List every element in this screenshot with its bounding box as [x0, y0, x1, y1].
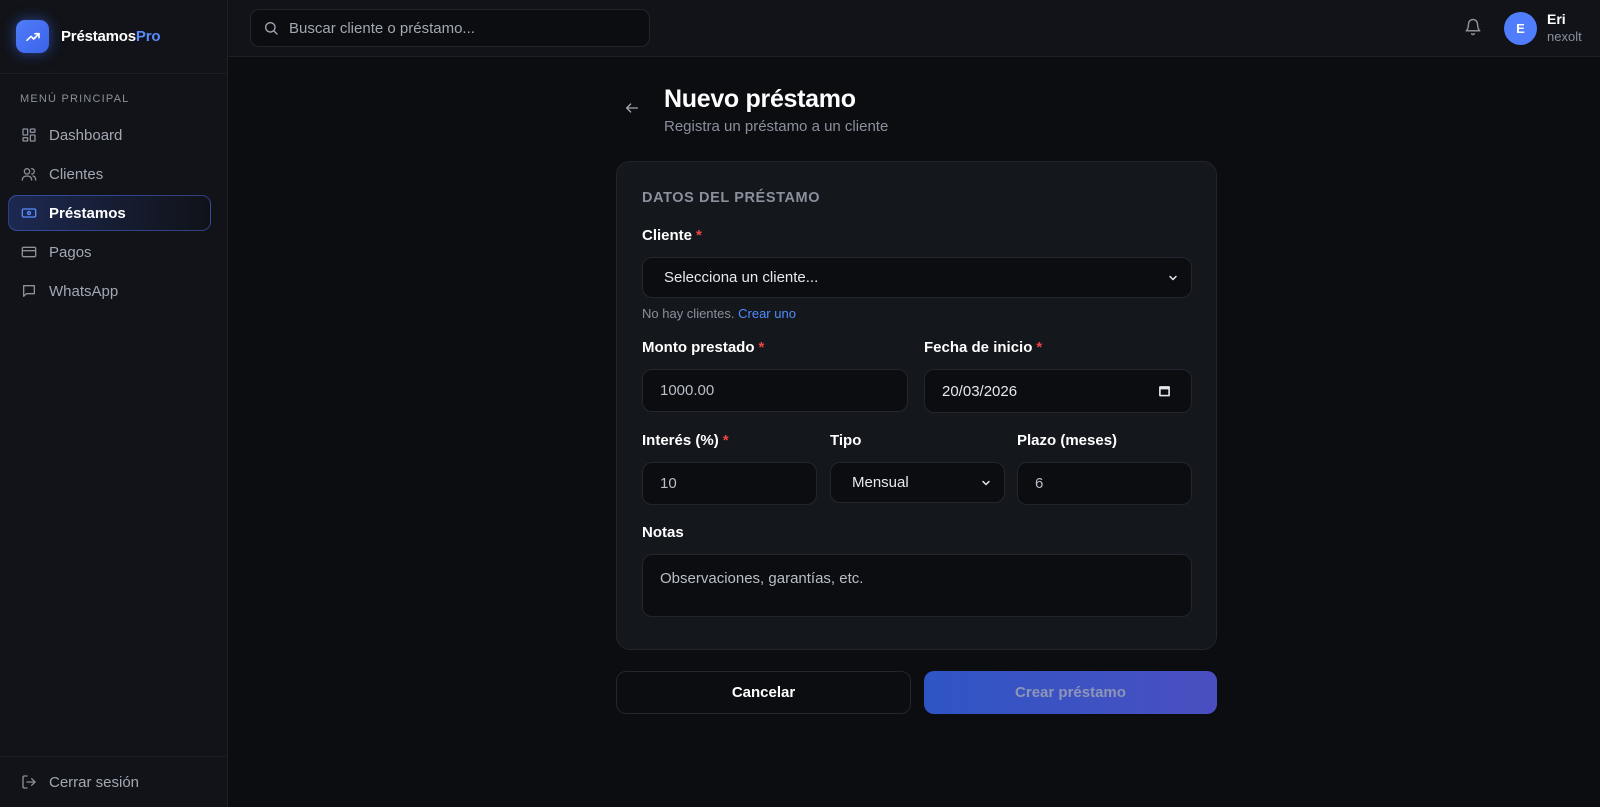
tipo-select[interactable]: Mensual [830, 462, 1005, 503]
calendar-icon[interactable] [1158, 385, 1171, 398]
trending-up-icon [16, 20, 49, 53]
cliente-select[interactable]: Selecciona un cliente... [642, 257, 1192, 298]
notas-label: Notas [642, 524, 684, 541]
menu-section-title: MENÚ PRINCIPAL [20, 93, 130, 105]
monto-label: Monto prestado * [642, 339, 765, 356]
page-title: Nuevo préstamo [664, 85, 856, 113]
sidebar: PréstamosPro MENÚ PRINCIPAL Dashboard Cl… [0, 0, 228, 807]
fecha-value: 20/03/2026 [942, 382, 1018, 400]
users-icon [21, 166, 37, 182]
sidebar-item-pagos[interactable]: Pagos [8, 234, 211, 270]
topbar: E Eri nexolt [228, 0, 1600, 57]
fecha-input[interactable]: 20/03/2026 [924, 369, 1192, 413]
fecha-label: Fecha de inicio * [924, 339, 1043, 356]
cliente-select-value: Selecciona un cliente... [664, 269, 819, 286]
monto-placeholder: 1000.00 [660, 382, 715, 399]
plazo-label: Plazo (meses) [1017, 432, 1118, 449]
sidebar-item-label: Préstamos [49, 204, 126, 222]
notas-textarea[interactable]: Observaciones, garantías, etc. [642, 554, 1192, 617]
logout-label: Cerrar sesión [49, 773, 140, 791]
avatar[interactable]: E [1504, 12, 1537, 45]
logout-icon [21, 774, 37, 790]
notas-placeholder: Observaciones, garantías, etc. [660, 570, 864, 587]
form-section-title: DATOS DEL PRÉSTAMO [642, 190, 821, 206]
chevron-down-icon [980, 477, 992, 489]
tipo-select-value: Mensual [852, 474, 909, 491]
back-button[interactable] [624, 100, 640, 116]
search-box[interactable] [250, 9, 650, 47]
page-subtitle: Registra un préstamo a un cliente [664, 118, 889, 135]
banknote-icon [21, 205, 37, 221]
interes-placeholder: 10 [660, 475, 677, 492]
create-loan-button[interactable]: Crear préstamo [924, 671, 1217, 714]
logout-button[interactable]: Cerrar sesión [0, 756, 228, 807]
chevron-down-icon [1167, 272, 1179, 284]
user-name: Eri [1547, 11, 1566, 27]
search-icon [263, 20, 279, 36]
dashboard-icon [21, 127, 37, 143]
interes-label: Interés (%) * [642, 432, 729, 449]
sidebar-item-prestamos[interactable]: Préstamos [8, 195, 211, 231]
sidebar-item-whatsapp[interactable]: WhatsApp [8, 273, 211, 309]
user-org: nexolt [1547, 29, 1582, 44]
credit-card-icon [21, 244, 37, 260]
plazo-placeholder: 6 [1035, 475, 1044, 492]
brand[interactable]: PréstamosPro [0, 0, 227, 74]
bell-icon[interactable] [1464, 18, 1482, 36]
tipo-label: Tipo [830, 432, 862, 449]
create-client-link[interactable]: Crear uno [738, 306, 796, 321]
loan-form-card: DATOS DEL PRÉSTAMO Cliente * Selecciona u… [616, 161, 1217, 650]
message-icon [21, 283, 37, 299]
sidebar-item-clientes[interactable]: Clientes [8, 156, 211, 192]
brand-name: PréstamosPro [61, 28, 161, 45]
arrow-left-icon [624, 100, 640, 116]
monto-input[interactable]: 1000.00 [642, 369, 908, 412]
sidebar-item-label: Pagos [49, 243, 92, 261]
plazo-input[interactable]: 6 [1017, 462, 1192, 505]
interes-input[interactable]: 10 [642, 462, 817, 505]
search-input[interactable] [289, 19, 629, 37]
cancel-button[interactable]: Cancelar [616, 671, 911, 714]
sidebar-item-label: Clientes [49, 165, 104, 183]
sidebar-item-label: Dashboard [49, 126, 123, 144]
cliente-hint: No hay clientes. Crear uno [642, 306, 796, 321]
sidebar-item-dashboard[interactable]: Dashboard [8, 117, 211, 153]
sidebar-item-label: WhatsApp [49, 282, 119, 300]
sidebar-nav: Dashboard Clientes Préstamos Pagos Whats… [8, 117, 211, 312]
cliente-label: Cliente * [642, 227, 702, 244]
